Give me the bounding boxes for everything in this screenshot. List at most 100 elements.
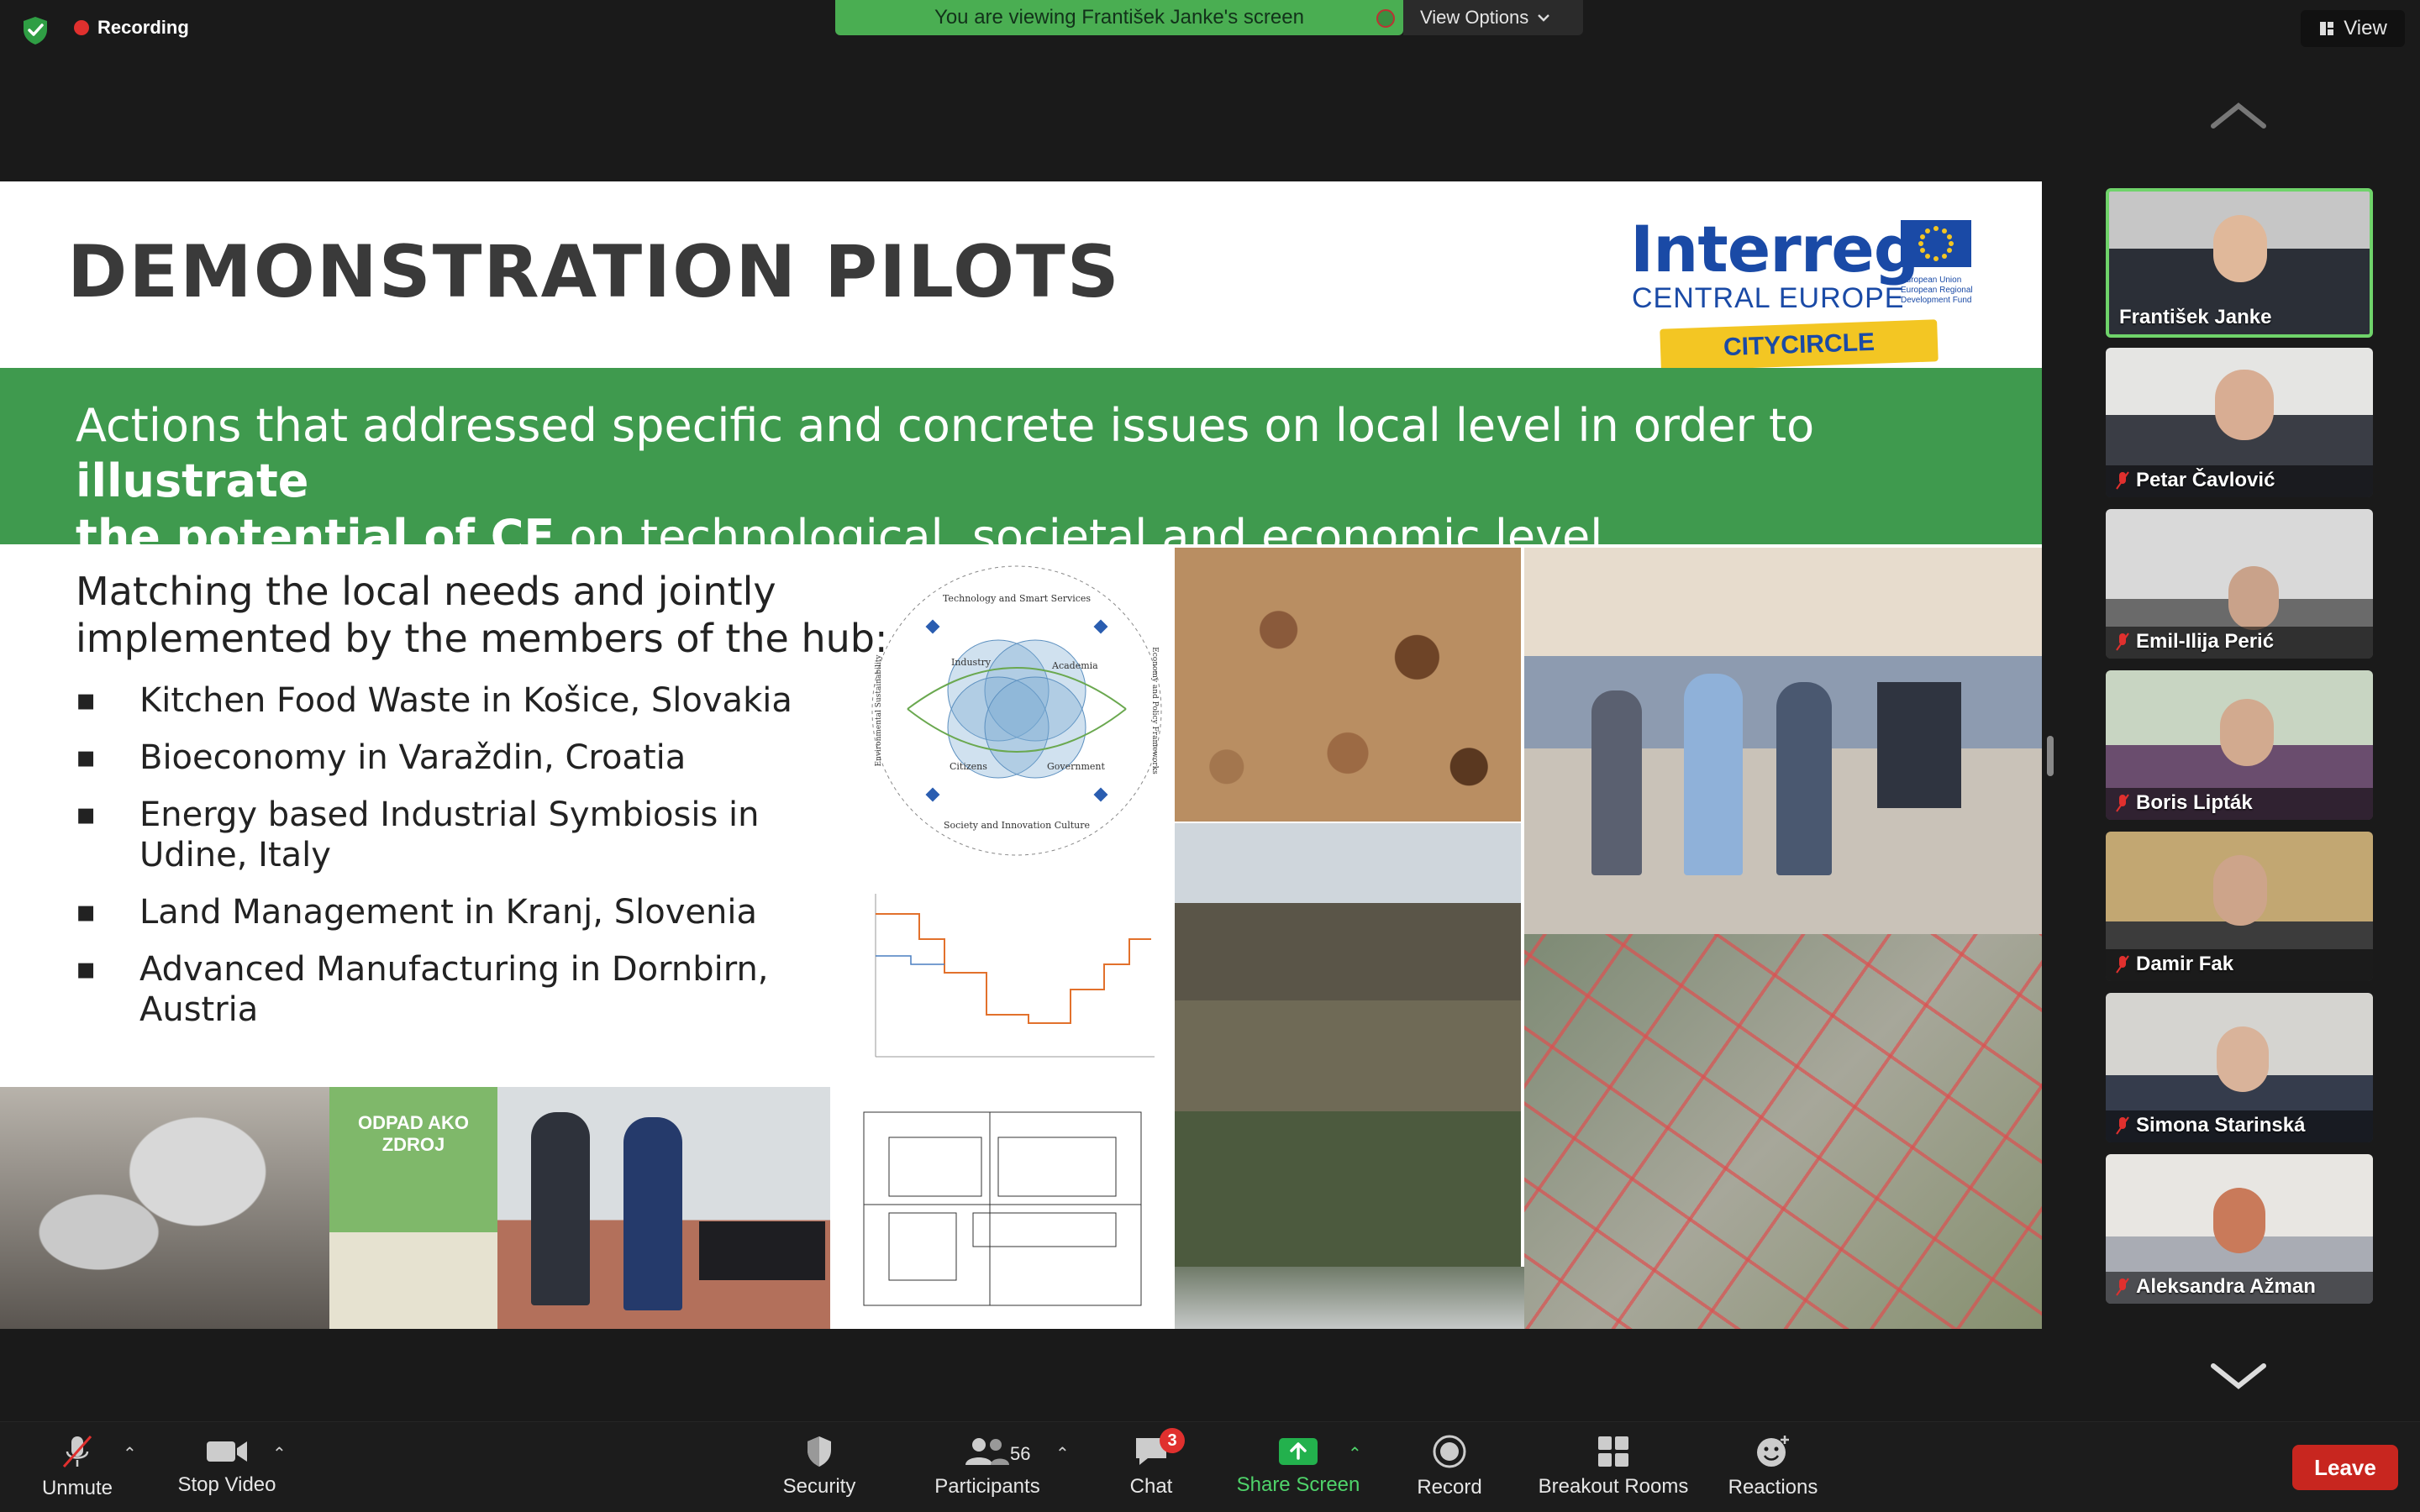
hazelnut-shells-photo	[1175, 548, 1521, 822]
poster-title: ODPAD AKO ZDROJ	[358, 1112, 469, 1155]
diagram-label-top: Technology and Smart Services	[943, 593, 1091, 604]
record-icon	[1433, 1435, 1466, 1468]
participant-tile[interactable]: Petar Čavlović	[2106, 348, 2373, 497]
diagram-label-academia: Academia	[1051, 660, 1098, 671]
participant-tile[interactable]: Boris Lipták	[2106, 670, 2373, 820]
banner-text: You are viewing František Janke's screen	[934, 6, 1304, 29]
participant-face	[2228, 566, 2279, 630]
person-figure	[1776, 682, 1832, 875]
gallery-up-arrow-icon[interactable]	[2207, 99, 2270, 133]
stop-viewing-icon[interactable]	[1376, 9, 1395, 28]
waste-bins	[1877, 682, 1961, 808]
stop-video-label: Stop Video	[177, 1473, 276, 1496]
diagram-label-bottom: Society and Innovation Culture	[944, 820, 1090, 831]
audio-options-caret-icon[interactable]: ⌃	[123, 1443, 137, 1464]
video-camera-icon	[207, 1441, 247, 1462]
share-screen-icon	[1279, 1438, 1318, 1465]
view-button[interactable]: View	[2301, 10, 2405, 47]
unmute-button[interactable]: Unmute	[34, 1421, 121, 1512]
share-options-caret-icon[interactable]: ⌃	[1348, 1443, 1362, 1464]
pilot-item: Energy based Industrial Symbiosis in Udi…	[76, 795, 865, 875]
participants-options-caret-icon[interactable]: ⌃	[1055, 1443, 1070, 1464]
unmute-label: Unmute	[41, 1477, 113, 1499]
shared-screen-slide: DEMONSTRATION PILOTS Interreg CENTRAL EU…	[0, 181, 2042, 1329]
waste-bins	[699, 1221, 825, 1280]
mic-muted-icon	[2116, 633, 2129, 651]
participants-label: Participants	[934, 1475, 1040, 1498]
pilot-item: Bioeconomy in Varaždin, Croatia	[76, 738, 865, 778]
leave-button[interactable]: Leave	[2292, 1445, 2398, 1490]
participant-tile[interactable]: Emil-Ilija Perić	[2106, 509, 2373, 659]
security-button[interactable]: Security	[765, 1421, 874, 1512]
lead-line-1: Matching the local needs and jointly	[76, 569, 776, 614]
share-screen-button[interactable]: Share Screen	[1227, 1421, 1370, 1512]
participant-tile[interactable]: Aleksandra Ažman	[2106, 1154, 2373, 1304]
reactions-label: Reactions	[1728, 1476, 1818, 1499]
person-figure	[1684, 674, 1743, 875]
participants-count: 56	[1010, 1443, 1031, 1464]
band-line2-bold: the potential of CE	[76, 510, 555, 563]
logo-project: CITYCIRCLE	[1660, 319, 1939, 371]
stop-video-button[interactable]: Stop Video	[168, 1421, 286, 1512]
mic-muted-icon	[2116, 794, 2129, 812]
breakout-rooms-button[interactable]: Breakout Rooms	[1529, 1421, 1697, 1512]
security-label: Security	[782, 1475, 856, 1498]
band-line1-bold: illustrate	[76, 454, 309, 507]
person-figure	[1591, 690, 1642, 875]
participant-face	[2217, 1026, 2269, 1092]
kitchen-pots-photo	[0, 1087, 329, 1329]
participant-name-row: Boris Lipták	[2116, 791, 2253, 815]
innovation-helix-diagram: Technology and Smart Services Industry A…	[871, 565, 1162, 856]
pilot-item: Advanced Manufacturing in Dornbirn, Aust…	[76, 949, 865, 1030]
waste-poster-photo: ODPAD AKO ZDROJ	[329, 1087, 497, 1329]
participant-tile[interactable]: František Janke	[2106, 188, 2373, 338]
eu-flag-icon	[1901, 220, 1971, 267]
gallery-down-arrow-icon[interactable]	[2207, 1359, 2270, 1393]
chat-unread-badge: 3	[1160, 1428, 1185, 1453]
diagram-label-industry: Industry	[951, 657, 992, 668]
breakout-rooms-label: Breakout Rooms	[1538, 1475, 1689, 1498]
handshake-photo	[497, 1087, 830, 1329]
lead-line-2: implemented by the members of the hub:	[76, 616, 888, 661]
site-plan-drawing	[830, 1087, 1175, 1329]
participant-name: Simona Starinská	[2136, 1114, 2306, 1137]
breakout-rooms-icon	[1598, 1436, 1628, 1467]
participant-face	[2215, 370, 2274, 440]
participant-name-row: Petar Čavlović	[2116, 469, 2275, 492]
mic-muted-icon	[2116, 1278, 2129, 1296]
video-options-caret-icon[interactable]: ⌃	[272, 1443, 287, 1464]
slide-headline-band: Actions that addressed specific and conc…	[0, 368, 2042, 563]
mic-muted-icon	[2116, 955, 2129, 974]
participant-tile[interactable]: Damir Fak	[2106, 832, 2373, 981]
press-conference-photo	[1524, 548, 2042, 934]
view-label: View	[2344, 17, 2387, 39]
participant-face	[2213, 215, 2267, 282]
participant-name: Damir Fak	[2136, 953, 2234, 975]
split-resize-handle[interactable]	[2047, 736, 2054, 776]
record-button[interactable]: Record	[1403, 1421, 1496, 1512]
reactions-button[interactable]: Reactions	[1723, 1421, 1823, 1512]
participant-name-row: Simona Starinská	[2116, 1114, 2305, 1137]
logo-eu-text: European Union European Regional Develop…	[1901, 276, 1973, 305]
security-shield-icon	[24, 17, 47, 45]
recording-indicator[interactable]: Recording	[74, 15, 189, 40]
participant-tile[interactable]: Simona Starinská	[2106, 993, 2373, 1142]
mic-muted-icon	[62, 1436, 92, 1467]
meeting-toolbar	[0, 1421, 2420, 1512]
person-figure	[623, 1117, 682, 1310]
band-line-1: Actions that addressed specific and conc…	[76, 398, 2042, 509]
view-options-label: View Options	[1420, 7, 1529, 28]
slide-lead-text: Matching the local needs and jointly imp…	[76, 568, 887, 662]
industrial-site-photo	[1175, 1267, 1524, 1329]
chat-label: Chat	[1129, 1475, 1173, 1498]
slide-title: DEMONSTRATION PILOTS	[67, 230, 1121, 314]
diagram-label-citizens: Citizens	[950, 761, 987, 772]
interreg-logo: Interreg CENTRAL EUROPE European Union E…	[1630, 205, 1983, 371]
participant-face	[2220, 699, 2274, 766]
mic-muted-icon	[2116, 1116, 2129, 1135]
participants-button[interactable]: Participants	[916, 1421, 1059, 1512]
aerial-map-photo	[1524, 934, 2042, 1329]
chevron-down-icon	[1538, 14, 1550, 22]
share-screen-label: Share Screen	[1236, 1473, 1360, 1496]
view-options-button[interactable]: View Options	[1403, 0, 1583, 35]
